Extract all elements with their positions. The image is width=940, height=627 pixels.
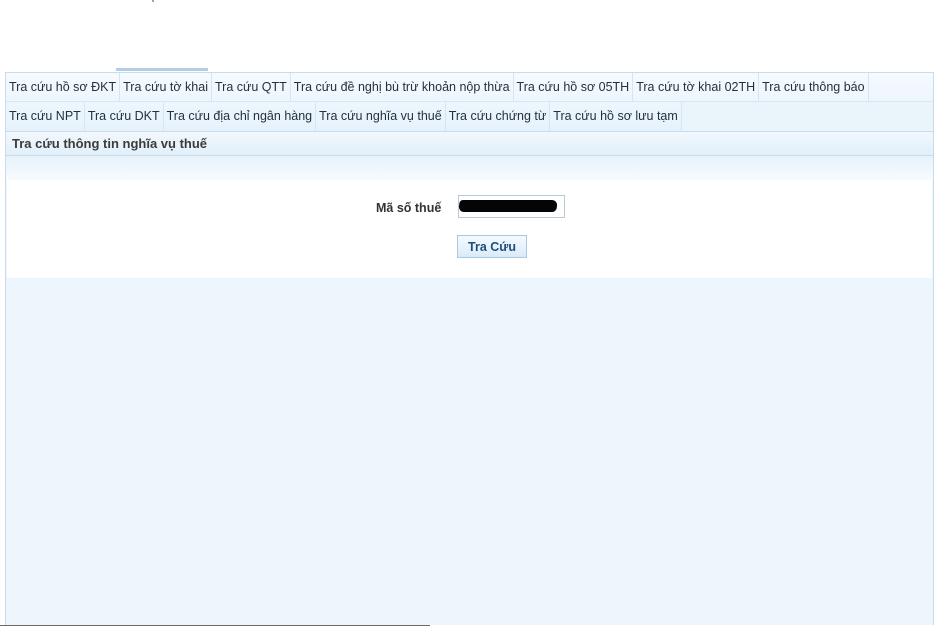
tab-to-khai[interactable]: Tra cứu tờ khai [120,73,212,102]
section-spacer [6,156,933,180]
tax-code-label: Mã số thuế [376,201,442,215]
tab-dkt[interactable]: Tra cứu DKT [85,102,164,131]
tab-ho-so-dkt[interactable]: Tra cứu hồ sơ ĐKT [6,73,121,102]
search-form: Mã số thuế Tra Cứu [7,180,932,278]
tab-qtt[interactable]: Tra cứu QTT [212,73,291,102]
tab-row-filler [681,102,933,131]
tab-nghia-vu-thue[interactable]: Tra cứu nghĩa vụ thuế [316,102,446,131]
tab-thong-bao[interactable]: Tra cứu thông báo [759,73,869,102]
tab-chung-tu[interactable]: Tra cứu chứng từ [446,102,551,131]
bottom-divider [0,625,430,626]
tab-to-khai-02th[interactable]: Tra cứu tờ khai 02TH [633,73,760,102]
tab-dia-chi-ngan-hang[interactable]: Tra cứu địa chỉ ngân hàng [164,102,317,131]
section-title: Tra cứu thông tin nghĩa vụ thuế [6,132,933,156]
tab-de-nghi-bu-tru[interactable]: Tra cứu đề nghị bù trừ khoản nộp thừa [290,73,514,102]
top-dot [152,0,154,2]
search-button[interactable]: Tra Cứu [457,235,527,258]
main-frame: Tra cứu hồ sơ ĐKT Tra cứu tờ khai Tra cứ… [5,72,934,625]
page: Tra cứu hồ sơ ĐKT Tra cứu tờ khai Tra cứ… [0,0,940,627]
tab-ho-so-05th[interactable]: Tra cứu hồ sơ 05TH [513,73,634,102]
tab-npt[interactable]: Tra cứu NPT [6,102,85,131]
tab-row-filler [868,73,933,102]
tab-ho-so-luu-tam[interactable]: Tra cứu hồ sơ lưu tạm [550,102,682,131]
active-tab-marker [116,68,208,71]
tab-bar: Tra cứu hồ sơ ĐKT Tra cứu tờ khai Tra cứ… [6,73,933,132]
redaction-mark [458,200,558,212]
